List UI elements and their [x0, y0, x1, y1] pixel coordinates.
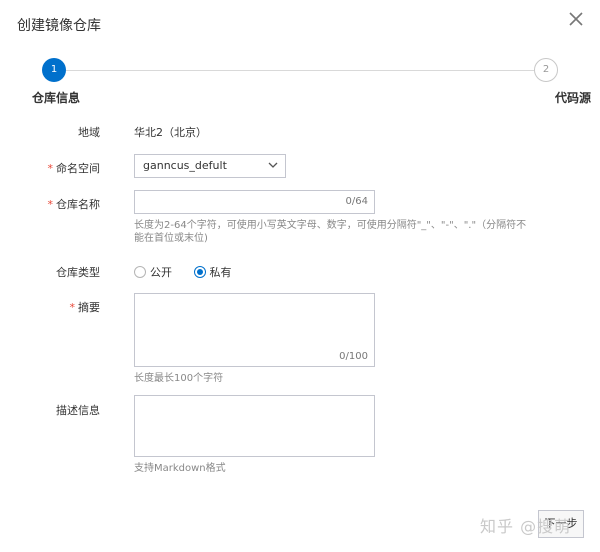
- required-mark: *: [47, 162, 54, 175]
- chevron-down-icon: [268, 162, 278, 168]
- description-label: 描述信息: [56, 404, 100, 417]
- repo-type-radio-group: 公开 私有: [134, 264, 250, 280]
- namespace-label: * 命名空间: [0, 160, 101, 176]
- required-mark: *: [47, 198, 54, 211]
- summary-label-text: 摘要: [78, 301, 100, 314]
- region-value: 华北2（北京）: [134, 126, 207, 139]
- repo-type-label: 仓库类型: [56, 266, 100, 279]
- watermark: 知乎 @搜萌: [480, 517, 572, 536]
- summary-hint: 长度最长100个字符: [134, 373, 224, 384]
- repo-name-label: * 仓库名称: [0, 196, 101, 212]
- radio-public[interactable]: [134, 266, 146, 278]
- repo-name-input[interactable]: 0/64: [134, 190, 375, 214]
- radio-private-label[interactable]: 私有: [210, 266, 232, 279]
- summary-label: * 摘要: [0, 299, 101, 315]
- repo-name-hint: 长度为2-64个字符，可使用小写英文字母、数字，可使用分隔符"_"、"-"、".…: [134, 220, 527, 244]
- description-textarea[interactable]: [134, 395, 375, 457]
- step-indicator: 1 2 仓库信息 代码源: [0, 58, 600, 108]
- summary-counter: 0/100: [339, 351, 368, 362]
- description-hint: 支持Markdown格式: [134, 463, 226, 474]
- namespace-label-text: 命名空间: [56, 162, 100, 175]
- step-1-circle: 1: [42, 58, 66, 82]
- namespace-select[interactable]: ganncus_defult: [134, 154, 286, 178]
- summary-textarea[interactable]: 0/100: [134, 293, 375, 367]
- step-2-circle: 2: [534, 58, 558, 82]
- namespace-select-value: ganncus_defult: [143, 159, 227, 172]
- dialog-title: 创建镜像仓库: [17, 18, 101, 34]
- repo-name-label-text: 仓库名称: [56, 198, 100, 211]
- step-connector: [66, 70, 534, 71]
- radio-private[interactable]: [193, 266, 206, 278]
- radio-public-label[interactable]: 公开: [150, 266, 172, 279]
- region-label: 地域: [78, 126, 100, 139]
- repo-name-counter: 0/64: [345, 196, 368, 207]
- step-1-label: 仓库信息: [32, 91, 81, 105]
- close-icon[interactable]: [567, 10, 585, 28]
- step-2-label: 代码源: [554, 91, 591, 105]
- required-mark: *: [69, 301, 76, 314]
